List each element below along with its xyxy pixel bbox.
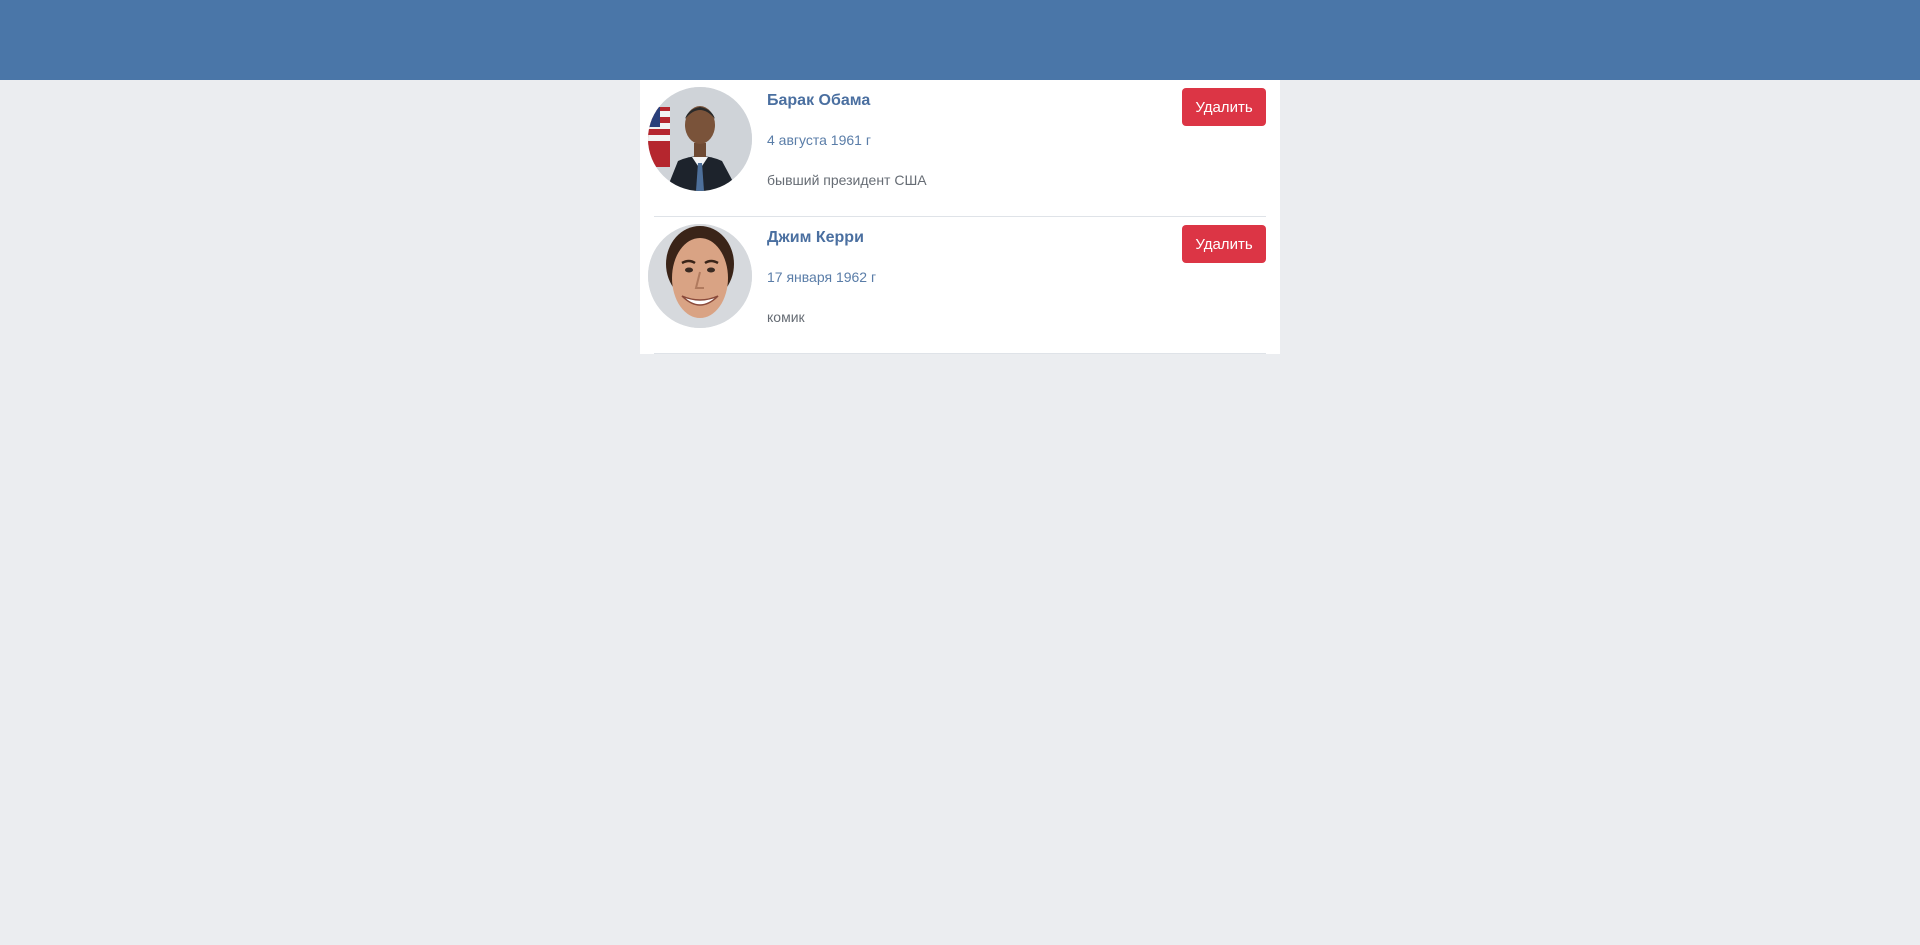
top-header-bar <box>0 0 1920 80</box>
person-photo-avatar <box>648 224 752 328</box>
person-photo-avatar <box>648 87 752 191</box>
delete-button[interactable]: Удалить <box>1182 225 1266 263</box>
person-birth-date: 17 января 1962 г <box>767 269 877 285</box>
people-list: Барак Обама 4 августа 1961 г бывший през… <box>640 80 1280 354</box>
person-description: бывший президент США <box>767 172 927 188</box>
person-birth-date: 4 августа 1961 г <box>767 132 871 148</box>
delete-button[interactable]: Удалить <box>1182 88 1266 126</box>
person-card: Барак Обама 4 августа 1961 г бывший през… <box>648 80 1266 217</box>
person-name: Джим Керри <box>767 229 864 246</box>
person-name: Барак Обама <box>767 92 871 109</box>
person-description: комик <box>767 309 805 325</box>
person-card: Джим Керри 17 января 1962 г комик Удалит… <box>648 217 1266 354</box>
